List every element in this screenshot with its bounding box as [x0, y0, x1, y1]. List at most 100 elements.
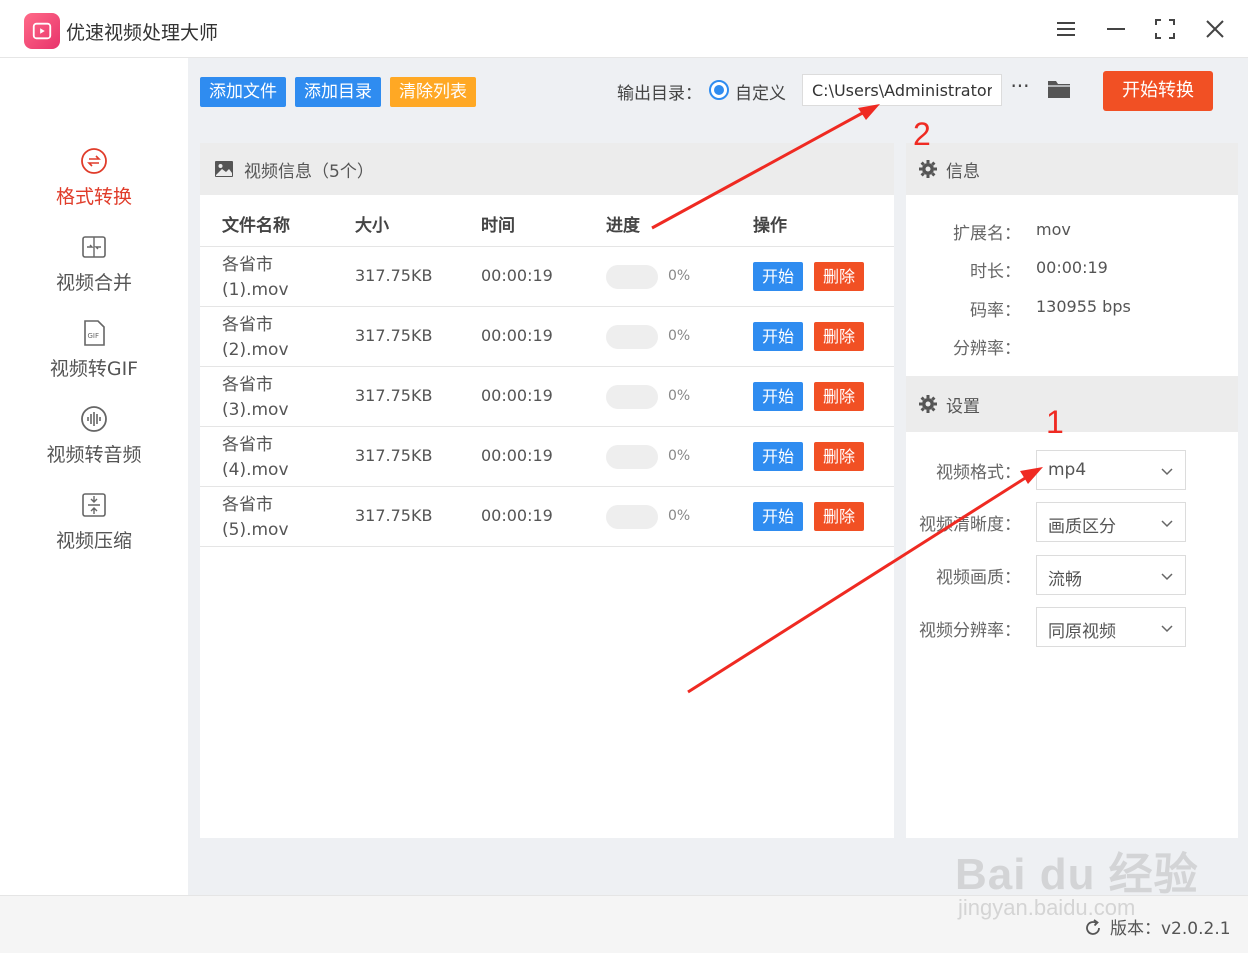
- start-button[interactable]: 开始: [753, 502, 804, 531]
- file-name: 各省市 (5).mov: [222, 495, 289, 540]
- video-quality-value: 流畅: [1048, 570, 1082, 590]
- custom-radio-label[interactable]: 自定义: [735, 79, 786, 104]
- duration-value: 00:00:19: [1036, 258, 1108, 277]
- delete-button[interactable]: 删除: [814, 502, 865, 531]
- delete-button[interactable]: 删除: [814, 382, 865, 411]
- image-icon: [215, 161, 233, 177]
- progress-bar: [606, 385, 658, 409]
- toolbar: 添加文件 添加目录 清除列表 输出目录： 自定义 ··· 开始转换: [188, 58, 1248, 128]
- progress-percent: 0%: [668, 268, 691, 284]
- close-icon[interactable]: [1200, 14, 1230, 44]
- start-button[interactable]: 开始: [753, 442, 804, 471]
- bitrate-label: 码率：: [970, 301, 1021, 321]
- file-size: 317.75KB: [355, 266, 433, 285]
- watermark-url: jingyan.baidu.com: [958, 895, 1136, 920]
- sidebar-item-label: 格式转换: [55, 186, 132, 208]
- resolution-label: 分辨率：: [953, 339, 1021, 359]
- svg-text:GIF: GIF: [88, 332, 100, 340]
- app-logo-icon: [24, 13, 60, 49]
- sidebar-item-label: 视频转GIF: [49, 358, 139, 380]
- column-header-size: 大小: [355, 216, 389, 236]
- custom-radio[interactable]: [709, 80, 729, 100]
- video-quality-select[interactable]: 流畅: [1036, 555, 1186, 595]
- video-panel-header: 视频信息（5个）: [200, 143, 894, 195]
- settings-header: 设置: [906, 376, 1238, 432]
- chevron-down-icon: [1161, 625, 1173, 633]
- progress-bar: [606, 265, 658, 289]
- sidebar-item-label: 视频压缩: [55, 530, 132, 552]
- file-duration: 00:00:19: [481, 386, 553, 405]
- bitrate-value: 130955 bps: [1036, 297, 1131, 316]
- file-duration: 00:00:19: [481, 266, 553, 285]
- gear-icon: [919, 160, 937, 178]
- progress-percent: 0%: [668, 328, 691, 344]
- watermark-logo: Bai du 经验: [955, 850, 1199, 899]
- gif-icon: GIF: [79, 318, 109, 348]
- compress-icon: [79, 490, 109, 520]
- table-row: 各省市 (3).mov 317.75KB 00:00:19 0% 开始 删除: [200, 367, 894, 427]
- file-name: 各省市 (4).mov: [222, 435, 289, 480]
- maximize-icon[interactable]: [1150, 14, 1180, 44]
- start-button[interactable]: 开始: [753, 262, 804, 291]
- gear-icon: [919, 395, 937, 413]
- sidebar-item-video-merge[interactable]: 视频合并: [0, 232, 188, 312]
- menu-icon[interactable]: [1051, 14, 1081, 44]
- chevron-down-icon: [1161, 468, 1173, 476]
- app-title: 优速视频处理大师: [66, 22, 219, 44]
- start-convert-button[interactable]: 开始转换: [1103, 71, 1213, 111]
- minimize-icon[interactable]: [1101, 14, 1131, 44]
- column-header-actions: 操作: [753, 216, 787, 236]
- video-format-value: mp4: [1048, 460, 1087, 480]
- settings-panel: 设置 视频格式： mp4 视频清晰度： 画质区分 视频画质： 流畅 视频分辨率：…: [906, 376, 1238, 838]
- annotation-number-1: 1: [1046, 404, 1064, 440]
- file-name: 各省市 (1).mov: [222, 255, 289, 300]
- sidebar-item-video-to-audio[interactable]: 视频转音频: [0, 404, 188, 484]
- add-file-button[interactable]: 添加文件: [200, 77, 286, 107]
- table-row: 各省市 (2).mov 317.75KB 00:00:19 0% 开始 删除: [200, 307, 894, 367]
- sidebar-item-video-to-gif[interactable]: GIF 视频转GIF: [0, 318, 188, 398]
- video-format-select[interactable]: mp4: [1036, 450, 1186, 490]
- progress-percent: 0%: [668, 508, 691, 524]
- more-options-button[interactable]: ···: [1010, 75, 1030, 103]
- video-list-panel: 视频信息（5个） 文件名称 大小 时间 进度 操作 各省市 (1).mov 31…: [200, 143, 894, 838]
- table-row: 各省市 (5).mov 317.75KB 00:00:19 0% 开始 删除: [200, 487, 894, 547]
- file-size: 317.75KB: [355, 506, 433, 525]
- delete-button[interactable]: 删除: [814, 442, 865, 471]
- video-format-label: 视频格式：: [936, 463, 1021, 483]
- file-duration: 00:00:19: [481, 446, 553, 465]
- video-panel-title: 视频信息（5个）: [244, 161, 374, 182]
- info-panel: 信息 扩展名： mov 时长： 00:00:19 码率： 130955 bps …: [906, 143, 1238, 376]
- add-directory-button[interactable]: 添加目录: [295, 77, 381, 107]
- chevron-down-icon: [1161, 520, 1173, 528]
- sidebar-item-format-convert[interactable]: 格式转换: [0, 146, 188, 226]
- sidebar: 格式转换 视频合并 GIF 视频转GIF 视频转音频 视频压缩: [0, 58, 188, 895]
- video-quality-label: 视频画质：: [936, 568, 1021, 588]
- column-header-name: 文件名称: [222, 216, 290, 236]
- video-resolution-value: 同原视频: [1048, 622, 1116, 642]
- delete-button[interactable]: 删除: [814, 262, 865, 291]
- progress-percent: 0%: [668, 448, 691, 464]
- clear-list-button[interactable]: 清除列表: [390, 77, 476, 107]
- sidebar-item-video-compress[interactable]: 视频压缩: [0, 490, 188, 570]
- folder-icon[interactable]: [1046, 76, 1072, 102]
- start-button[interactable]: 开始: [753, 322, 804, 351]
- table-row: 各省市 (4).mov 317.75KB 00:00:19 0% 开始 删除: [200, 427, 894, 487]
- video-clarity-select[interactable]: 画质区分: [1036, 502, 1186, 542]
- annotation-number-2: 2: [913, 116, 931, 152]
- file-size: 317.75KB: [355, 386, 433, 405]
- main-area: 添加文件 添加目录 清除列表 输出目录： 自定义 ··· 开始转换 视频信息（5…: [188, 58, 1248, 895]
- progress-percent: 0%: [668, 388, 691, 404]
- output-path-input[interactable]: [802, 74, 1002, 106]
- file-duration: 00:00:19: [481, 506, 553, 525]
- progress-bar: [606, 325, 658, 349]
- sidebar-item-label: 视频转音频: [46, 444, 142, 466]
- video-clarity-label: 视频清晰度：: [919, 515, 1021, 535]
- refresh-icon[interactable]: [1083, 918, 1103, 938]
- chevron-down-icon: [1161, 573, 1173, 581]
- video-resolution-select[interactable]: 同原视频: [1036, 607, 1186, 647]
- delete-button[interactable]: 删除: [814, 322, 865, 351]
- column-header-time: 时间: [481, 216, 515, 236]
- start-button[interactable]: 开始: [753, 382, 804, 411]
- info-header: 信息: [906, 143, 1238, 195]
- file-name: 各省市 (3).mov: [222, 375, 289, 420]
